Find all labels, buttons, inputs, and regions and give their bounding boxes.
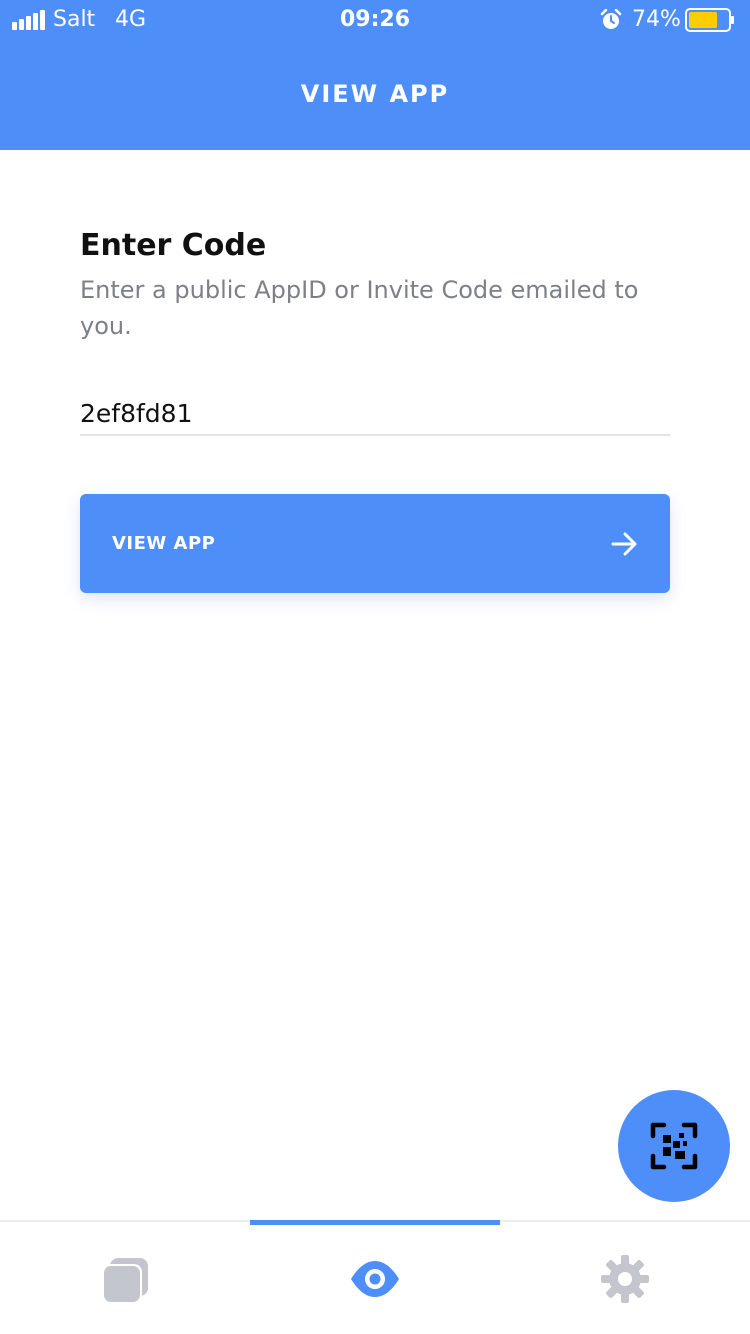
enter-code-description: Enter a public AppID or Invite Code emai…: [80, 276, 639, 340]
view-app-button-label: VIEW APP: [112, 533, 216, 554]
enter-code-heading: Enter Code: [80, 228, 267, 263]
code-input[interactable]: [80, 392, 670, 436]
gear-icon: [601, 1255, 649, 1303]
tab-bar: [0, 1220, 750, 1334]
apps-stack-icon: [102, 1258, 148, 1304]
view-app-screen: Salt 4G 09:26 74% VIEW APP Enter Code En…: [0, 0, 750, 1334]
battery-percent: 74%: [632, 7, 681, 32]
tab-apps[interactable]: [0, 1222, 250, 1334]
battery-icon: [685, 8, 734, 32]
eye-icon: [351, 1261, 399, 1297]
tab-view[interactable]: [250, 1220, 500, 1334]
status-bar: Salt 4G 09:26 74%: [0, 0, 750, 40]
alarm-icon: [600, 9, 622, 29]
tab-settings[interactable]: [500, 1222, 750, 1334]
page-title: VIEW APP: [300, 80, 450, 108]
view-app-button[interactable]: VIEW APP: [80, 494, 670, 593]
arrow-right-icon: [611, 532, 637, 556]
tab-selected-indicator: [250, 1220, 500, 1225]
header: Salt 4G 09:26 74% VIEW APP: [0, 0, 750, 150]
qr-scan-button[interactable]: [618, 1090, 730, 1202]
qr-scan-icon: [650, 1122, 698, 1170]
